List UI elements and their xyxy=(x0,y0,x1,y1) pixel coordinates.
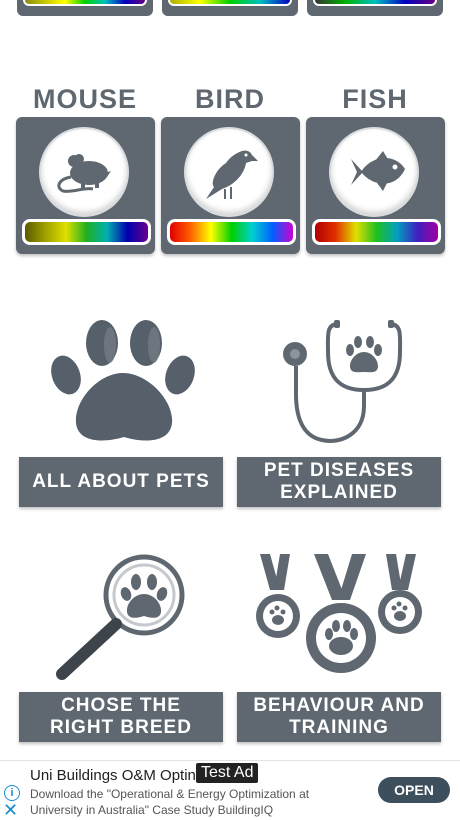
top-tile-3[interactable] xyxy=(307,0,443,16)
mouse-tile[interactable] xyxy=(16,117,155,254)
animal-label-bird: BIRD xyxy=(195,84,265,114)
fish-tile[interactable] xyxy=(306,117,445,254)
mouse-icon-circle xyxy=(41,129,127,215)
ad-title[interactable]: Uni Buildings O&M Optin xyxy=(30,767,196,784)
right-breed-label-line2: RIGHT BREED xyxy=(50,717,192,738)
info-icon[interactable]: i xyxy=(4,785,20,801)
bird-icon-circle xyxy=(186,129,272,215)
behaviour-label-line1: BEHAVIOUR AND xyxy=(253,695,425,716)
test-ad-badge: Test Ad xyxy=(196,763,259,783)
all-about-pets-label: ALL ABOUT PETS xyxy=(32,471,210,492)
medals-icon[interactable] xyxy=(252,550,427,685)
top-tile-2[interactable] xyxy=(162,0,298,16)
pet-diseases-label-line2: EXPLAINED xyxy=(280,482,398,503)
bird-tile[interactable] xyxy=(161,117,300,254)
color-spectrum xyxy=(22,219,151,245)
color-spectrum xyxy=(312,219,441,245)
stethoscope-icon[interactable] xyxy=(278,316,408,451)
spectrum-bar xyxy=(23,0,147,6)
animal-label-mouse: MOUSE xyxy=(32,84,137,114)
right-breed-label-line1: CHOSE THE xyxy=(61,695,181,716)
top-tile-1[interactable] xyxy=(17,0,153,16)
all-about-pets-button[interactable]: ALL ABOUT PETS xyxy=(19,457,223,507)
fish-icon xyxy=(351,151,405,191)
right-breed-button[interactable]: CHOSE THE RIGHT BREED xyxy=(19,692,223,742)
spectrum-bar xyxy=(313,0,437,6)
color-spectrum xyxy=(167,219,296,245)
pet-diseases-label-line1: PET DISEASES xyxy=(263,460,415,481)
ad-banner[interactable]: Uni Buildings O&M Optin Test Ad i ✕ Down… xyxy=(0,760,460,819)
fish-icon-circle xyxy=(331,129,417,215)
behaviour-label-line2: TRAINING xyxy=(289,717,389,738)
pet-diseases-button[interactable]: PET DISEASES EXPLAINED xyxy=(237,457,441,507)
animal-label-fish: FISH xyxy=(342,84,408,114)
close-icon[interactable]: ✕ xyxy=(3,801,18,819)
paw-icon[interactable] xyxy=(40,315,200,450)
magnifier-icon[interactable] xyxy=(52,550,192,685)
bird-icon xyxy=(206,150,258,199)
open-button[interactable]: OPEN xyxy=(378,777,450,803)
spectrum-bar xyxy=(168,0,292,6)
behaviour-training-button[interactable]: BEHAVIOUR AND TRAINING xyxy=(237,692,441,742)
mouse-icon xyxy=(57,154,111,193)
ad-description: Download the "Operational & Energy Optim… xyxy=(30,787,310,817)
